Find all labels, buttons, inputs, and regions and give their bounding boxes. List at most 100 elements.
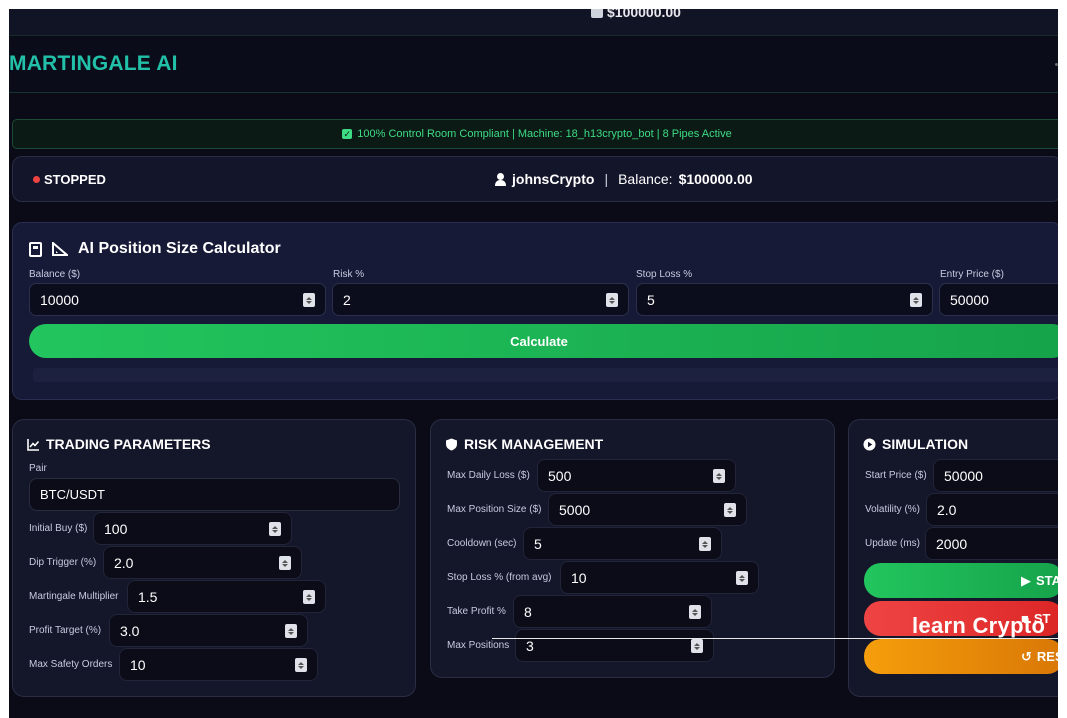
pair-label: Pair [29, 463, 47, 474]
calc-balance-value: 10000 [40, 291, 79, 308]
spinner-icon[interactable] [699, 537, 711, 551]
multiplier-input[interactable]: 1.5 [127, 580, 326, 613]
position-calculator: AI Position Size Calculator Balance ($) … [12, 222, 1058, 400]
spinner-icon[interactable] [910, 293, 922, 307]
multiplier-label: Martingale Multiplier [29, 591, 119, 602]
simulation-panel: SIMULATION Start Price ($) 50000 Volatil… [848, 419, 1058, 697]
max-daily-loss-label: Max Daily Loss ($) [447, 470, 530, 481]
risk-title-text: RISK MANAGEMENT [464, 436, 604, 452]
brand-title: MARTINGALE AI [9, 52, 178, 75]
spinner-icon[interactable] [713, 469, 725, 483]
chart-line-icon [27, 438, 40, 451]
risk-title: RISK MANAGEMENT [445, 436, 603, 452]
trading-title: TRADING PARAMETERS [27, 436, 211, 452]
spinner-icon[interactable] [285, 624, 297, 638]
dip-trigger-value: 2.0 [114, 554, 134, 571]
initial-buy-input[interactable]: 100 [93, 512, 292, 545]
max-position-size-value: 5000 [559, 501, 591, 518]
trading-title-text: TRADING PARAMETERS [46, 436, 211, 452]
volatility-value: 2.0 [937, 501, 957, 518]
user-info: johnsCrypto | Balance: $100000.00 [495, 171, 753, 187]
balance-label: Balance: [618, 171, 673, 187]
spinner-icon[interactable] [689, 605, 701, 619]
max-daily-loss-input[interactable]: 500 [537, 459, 736, 492]
spinner-icon[interactable] [691, 639, 703, 653]
profit-target-input[interactable]: 3.0 [109, 614, 308, 647]
volatility-label: Volatility (%) [865, 504, 921, 515]
trading-parameters-panel: TRADING PARAMETERS Pair BTC/USDT Initial… [12, 419, 416, 697]
spinner-icon[interactable] [295, 658, 307, 672]
cooldown-value: 5 [534, 535, 542, 552]
max-positions-value: 3 [526, 637, 534, 654]
spinner-icon[interactable] [269, 522, 281, 536]
separator: | [604, 171, 609, 187]
calc-risk-input[interactable]: 2 [332, 283, 629, 316]
wallet-icon [591, 9, 603, 18]
max-safety-value: 10 [130, 656, 146, 673]
max-safety-label: Max Safety Orders [29, 659, 113, 670]
start-button-label: STA [1036, 573, 1058, 588]
spinner-icon[interactable] [724, 503, 736, 517]
update-label: Update (ms) [865, 538, 921, 549]
reset-icon: ↺ [1021, 648, 1032, 664]
compliance-banner: ✓ 100% Control Room Compliant | Machine:… [12, 119, 1058, 149]
initial-buy-value: 100 [104, 520, 128, 537]
calc-risk-label: Risk % [333, 269, 365, 280]
calculate-button[interactable]: Calculate [29, 324, 1058, 358]
spinner-icon[interactable] [736, 571, 748, 585]
risk-management-panel: RISK MANAGEMENT Max Daily Loss ($) 500 M… [430, 419, 835, 678]
status-bar: STOPPED johnsCrypto | Balance: $100000.0… [12, 156, 1058, 202]
stop-loss-avg-value: 10 [571, 569, 587, 586]
take-profit-input[interactable]: 8 [513, 595, 712, 628]
calc-balance-input[interactable]: 10000 [29, 283, 326, 316]
max-safety-input[interactable]: 10 [119, 648, 318, 681]
max-positions-input[interactable]: 3 [515, 629, 714, 662]
cooldown-input[interactable]: 5 [523, 527, 722, 560]
stop-loss-avg-input[interactable]: 10 [560, 561, 759, 594]
calc-stoploss-value: 5 [647, 291, 655, 308]
update-input[interactable]: 2000 [925, 527, 1058, 560]
max-position-size-label: Max Position Size ($) [447, 504, 542, 515]
calc-entry-value: 50000 [950, 291, 989, 308]
bot-status: STOPPED [33, 172, 106, 187]
play-icon: ▶ [1021, 572, 1031, 588]
simulation-title-text: SIMULATION [882, 436, 969, 452]
top-balance: $100000.00 [591, 9, 681, 20]
calc-entry-input[interactable]: 50000 [939, 283, 1058, 316]
header-menu-dot[interactable] [1055, 63, 1058, 66]
user-icon [495, 172, 506, 186]
calculator-title-text: AI Position Size Calculator [78, 240, 281, 257]
max-positions-label: Max Positions [447, 640, 510, 651]
start-button[interactable]: ▶ STA [864, 563, 1058, 598]
calc-entry-label: Entry Price ($) [940, 269, 1004, 280]
dip-trigger-label: Dip Trigger (%) [29, 557, 97, 568]
overlay-caption: learn Crypto [912, 613, 1046, 638]
cooldown-label: Cooldown (sec) [447, 538, 517, 549]
profit-target-value: 3.0 [120, 622, 140, 639]
calculator-title: AI Position Size Calculator [29, 240, 281, 258]
max-position-size-input[interactable]: 5000 [548, 493, 747, 526]
multiplier-value: 1.5 [138, 588, 158, 605]
reset-button-label: RES [1036, 649, 1058, 664]
dip-trigger-input[interactable]: 2.0 [103, 546, 302, 579]
pair-input[interactable]: BTC/USDT [29, 478, 400, 511]
profit-target-label: Profit Target (%) [29, 625, 102, 636]
take-profit-value: 8 [524, 603, 532, 620]
balance-value: $100000.00 [678, 171, 753, 187]
reset-button[interactable]: ↺ RES [864, 639, 1058, 674]
ruler-icon [52, 242, 68, 256]
volatility-input[interactable]: 2.0 [926, 493, 1058, 526]
spinner-icon[interactable] [606, 293, 618, 307]
stop-loss-avg-label: Stop Loss % (from avg) [447, 572, 552, 583]
calc-stoploss-input[interactable]: 5 [636, 283, 933, 316]
spinner-icon[interactable] [303, 590, 315, 604]
spinner-icon[interactable] [303, 293, 315, 307]
top-strip: $100000.00 [9, 9, 1058, 36]
spinner-icon[interactable] [279, 556, 291, 570]
check-icon: ✓ [342, 129, 353, 139]
compliance-text: 100% Control Room Compliant | Machine: 1… [357, 128, 732, 140]
calculator-icon [29, 241, 42, 257]
top-balance-value: $100000.00 [607, 9, 681, 20]
start-price-input[interactable]: 50000 [933, 459, 1058, 492]
calc-result-area [33, 368, 1058, 382]
